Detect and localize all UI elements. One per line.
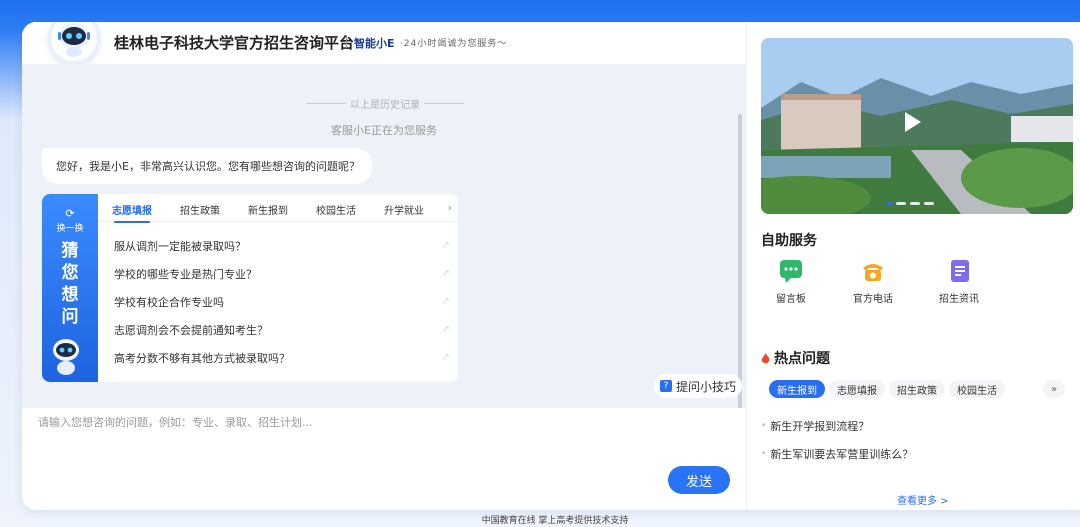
arrow-icon: ↗ [441, 352, 450, 363]
send-button[interactable]: 发送 [668, 466, 730, 494]
robot-mascot-icon [53, 339, 79, 375]
tab-policy[interactable]: 招生政策 [180, 202, 220, 217]
tips-label: 提问小技巧 [675, 379, 736, 394]
header-divider [346, 36, 347, 48]
message-board-icon [780, 260, 802, 283]
greeting-bubble: 您好，我是小E，非常高兴认识您。您有哪些想咨询的问题呢？ [42, 148, 372, 184]
input-area: 发送 [22, 408, 746, 510]
hot-tab-policy[interactable]: 招生政策 [889, 380, 945, 398]
hot-question-item[interactable]: 新生开学报到流程？ [761, 412, 1061, 440]
guess-sidebar: ⟳ 换一换 猜 您 想 问 [42, 194, 98, 382]
question-item[interactable]: 学校有校企合作专业吗 ↗ [114, 288, 450, 316]
self-service-list: 留言板 官方电话 招生资讯 [761, 258, 1073, 314]
service-label: 招生资讯 [939, 294, 979, 305]
flame-icon [761, 352, 770, 363]
question-tips-button[interactable]: ? 提问小技巧 [654, 374, 742, 398]
chat-header: 桂林电子科技大学官方招生咨询平台 智能小E ·24小时竭诚为您服务～ [22, 22, 746, 64]
question-text: 志愿调剂会不会提前通知考生？ [114, 324, 268, 337]
guess-char: 想 [61, 285, 79, 305]
brand-label: 智能小E [354, 37, 395, 50]
service-label: 官方电话 [853, 294, 893, 305]
news-icon [951, 260, 969, 282]
robot-avatar [48, 22, 100, 64]
guess-char: 您 [61, 263, 79, 283]
refresh-icon: ⟳ [65, 207, 75, 220]
tab-volunteer[interactable]: 志愿填报 [112, 202, 152, 223]
question-text: 学校的哪些专业是热门专业？ [114, 268, 257, 281]
hot-title-text: 热点问题 [774, 351, 830, 367]
hot-tab-campus-life[interactable]: 校园生活 [949, 380, 1005, 398]
guess-char: 问 [61, 307, 79, 327]
question-text: 学校有校企合作专业吗 [114, 296, 224, 309]
tab-enrollment[interactable]: 新生报到 [248, 202, 288, 217]
chat-scrollbar[interactable] [738, 114, 742, 416]
arrow-icon: ↗ [441, 324, 450, 335]
service-message-board[interactable]: 留言板 [761, 258, 821, 305]
tab-career[interactable]: 升学就业 [384, 202, 424, 217]
right-panel: 自助服务 留言板 官方电话 招生资讯 热点问题 新生报到 志愿填报 招生政策 校… [746, 22, 1080, 510]
question-item[interactable]: 志愿调剂会不会提前通知考生？ ↗ [114, 316, 450, 344]
phone-icon [863, 264, 883, 281]
double-chevron-right-icon[interactable]: » [1043, 380, 1065, 398]
question-item[interactable]: 学校的哪些专业是热门专业？ ↗ [114, 260, 450, 288]
footer-credit: 中国教育在线 掌上高考提供技术支持 [481, 516, 629, 526]
arrow-icon: ↗ [441, 296, 450, 307]
question-item[interactable]: 高考分数不够有其他方式被录取吗？ ↗ [114, 344, 450, 372]
guess-title: 猜 您 想 问 [42, 240, 98, 328]
question-list: 服从调剂一定能被录取吗？ ↗ 学校的哪些专业是热门专业？ ↗ 学校有校企合作专业吗 ↗… [114, 232, 450, 372]
chevron-right-icon[interactable]: › [448, 201, 452, 214]
service-phone[interactable]: 官方电话 [843, 258, 903, 305]
hot-question-list: 新生开学报到流程？ 新生军训要去军营里训练么？ [761, 412, 1061, 468]
play-icon[interactable] [905, 112, 921, 132]
history-divider: 以上是历史记录 [306, 96, 464, 111]
main-card: 桂林电子科技大学官方招生咨询平台 智能小E ·24小时竭诚为您服务～ 以上是历史… [22, 22, 1080, 510]
chat-messages: 以上是历史记录 客服小E正在为您服务 您好，我是小E，非常高兴认识您。您有哪些想… [22, 64, 746, 416]
carousel-dots[interactable] [887, 202, 934, 205]
arrow-icon: ↗ [441, 240, 450, 251]
question-input[interactable] [38, 414, 728, 464]
question-text: 服从调剂一定能被录取吗？ [114, 240, 246, 253]
service-status: 客服小E正在为您服务 [331, 124, 437, 137]
arrow-icon: ↗ [441, 268, 450, 279]
question-category-tabs: 志愿填报 招生政策 新生报到 校园生活 升学就业 › [98, 194, 458, 223]
service-news[interactable]: 招生资讯 [929, 258, 989, 305]
robot-icon [58, 23, 90, 57]
self-service-title: 自助服务 [761, 233, 817, 249]
chat-panel: 桂林电子科技大学官方招生咨询平台 智能小E ·24小时竭诚为您服务～ 以上是历史… [22, 22, 746, 510]
question-item[interactable]: 服从调剂一定能被录取吗？ ↗ [114, 232, 450, 260]
hot-question-item[interactable]: 新生军训要去军营里训练么？ [761, 440, 1061, 468]
history-label: 以上是历史记录 [350, 99, 420, 111]
service-label: 留言板 [776, 294, 806, 305]
tab-campus-life[interactable]: 校园生活 [316, 202, 356, 217]
swap-label: 换一换 [56, 224, 84, 234]
hot-category-tabs: 新生报到 志愿填报 招生政策 校园生活 [769, 380, 1005, 400]
page-title: 桂林电子科技大学官方招生咨询平台 [114, 34, 355, 52]
hot-tab-volunteer[interactable]: 志愿填报 [829, 380, 885, 398]
suggested-questions-card: ⟳ 换一换 猜 您 想 问 志愿填报 招生政策 新生报到 校园生活 升学就业 ›… [42, 194, 458, 382]
see-more-link[interactable]: 查看更多 > [897, 492, 949, 507]
header-slogan: ·24小时竭诚为您服务～ [400, 39, 508, 49]
hot-tab-enrollment[interactable]: 新生报到 [769, 380, 825, 398]
question-icon: ? [659, 380, 672, 392]
question-text: 高考分数不够有其他方式被录取吗？ [114, 352, 290, 365]
campus-video[interactable] [761, 38, 1073, 214]
guess-char: 猜 [61, 241, 79, 261]
swap-button[interactable]: ⟳ 换一换 [42, 207, 98, 235]
hot-questions-title: 热点问题 [761, 348, 830, 368]
